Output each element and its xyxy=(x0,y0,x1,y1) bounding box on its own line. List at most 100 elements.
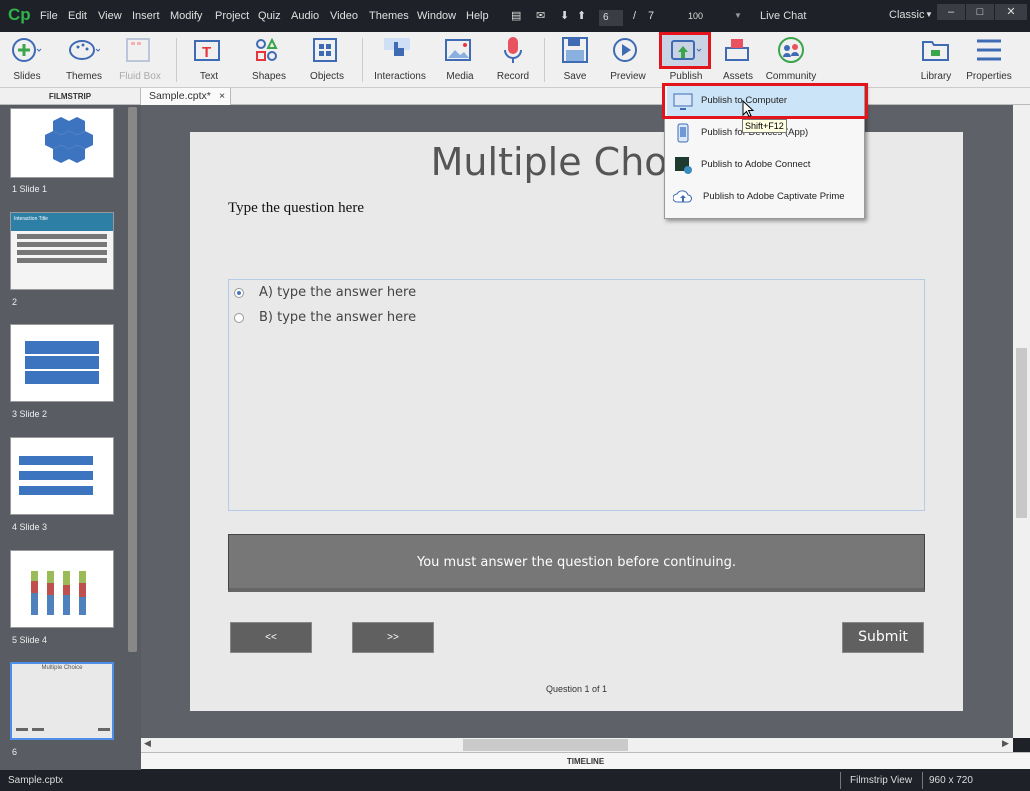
menu-item-publish-to-adobe-connect[interactable]: Publish to Adobe Connect xyxy=(667,150,864,180)
menu-project[interactable]: Project xyxy=(215,10,249,22)
palette-icon xyxy=(69,40,100,60)
library-button[interactable]: Library xyxy=(914,32,958,88)
menu-themes[interactable]: Themes xyxy=(369,10,409,22)
timeline-panel-header[interactable]: TIMELINE xyxy=(141,752,1030,769)
slide-preview-icon[interactable]: ▤ xyxy=(511,9,521,22)
svg-text:T: T xyxy=(202,44,211,61)
minimize-button[interactable]: – xyxy=(937,4,965,20)
tab-sample-cptx[interactable]: Sample.cptx* × xyxy=(141,88,231,105)
microphone-icon xyxy=(504,37,522,63)
interactions-button[interactable]: Interactions xyxy=(370,32,430,88)
save-button[interactable]: Save xyxy=(554,32,596,88)
publish-button[interactable]: Publish xyxy=(659,32,711,88)
record-button[interactable]: Record xyxy=(492,32,534,88)
image-icon xyxy=(445,39,471,61)
filmstrip-slide-4[interactable] xyxy=(10,437,114,515)
question-progress: Question 1 of 1 xyxy=(545,684,608,694)
filmstrip-slide-5[interactable] xyxy=(10,550,114,628)
status-bar: Sample.cptx Filmstrip View 960 x 720 xyxy=(0,770,1030,791)
filmstrip-label-1: 1 Slide 1 xyxy=(12,184,48,194)
menu-file[interactable]: File xyxy=(40,10,58,22)
answer-b-radio[interactable] xyxy=(234,313,244,323)
mail-icon[interactable]: ✉ xyxy=(536,9,545,22)
captivate-logo: Cp xyxy=(8,5,31,24)
preview-button[interactable]: Preview xyxy=(604,32,652,88)
filmstrip-label-2: 2 xyxy=(12,297,18,307)
objects-button[interactable]: Objects xyxy=(302,32,352,88)
text-button[interactable]: T Text xyxy=(186,32,232,88)
filmstrip-scrollbar[interactable] xyxy=(128,107,137,652)
play-icon xyxy=(613,38,637,62)
answer-b-label[interactable]: B) type the answer here xyxy=(259,310,416,325)
phone-icon xyxy=(677,123,689,143)
question-text[interactable]: Type the question here xyxy=(228,200,364,217)
scroll-left-icon[interactable]: ◀ xyxy=(144,738,151,749)
zoom-select[interactable]: 100 xyxy=(688,11,703,21)
prev-button[interactable]: << xyxy=(230,622,312,653)
media-button[interactable]: Media xyxy=(436,32,484,88)
current-slide-input[interactable]: 6 xyxy=(599,10,623,26)
close-button[interactable]: ✕ xyxy=(995,4,1027,20)
vertical-scrollbar[interactable] xyxy=(1013,105,1030,738)
menu-video[interactable]: Video xyxy=(330,10,358,22)
title-bar: Cp File Edit View Insert Modify Project … xyxy=(0,0,1030,32)
fluid-box-icon xyxy=(126,38,150,62)
next-button[interactable]: >> xyxy=(352,622,434,653)
filmstrip-slide-1[interactable] xyxy=(10,108,114,178)
properties-button[interactable]: Properties xyxy=(962,32,1016,88)
filmstrip-slide-2[interactable]: Interaction Title xyxy=(10,212,114,290)
status-filename: Sample.cptx xyxy=(8,775,64,786)
fluid-box-button[interactable]: Fluid Box xyxy=(114,32,166,88)
answer-a-label[interactable]: A) type the answer here xyxy=(259,285,416,300)
adobe-connect-icon xyxy=(675,157,692,174)
filmstrip-label-6: 6 xyxy=(12,747,18,757)
menu-modify[interactable]: Modify xyxy=(170,10,202,22)
total-slides: 7 xyxy=(648,10,655,22)
answer-area: A) type the answer here B) type the answ… xyxy=(228,279,925,511)
live-chat-link[interactable]: Live Chat xyxy=(760,10,806,22)
slides-button[interactable]: Slides xyxy=(2,32,52,88)
folder-icon xyxy=(922,41,949,61)
arrow-up-icon[interactable]: ⬆ xyxy=(577,9,586,22)
assets-box-icon xyxy=(725,39,749,61)
menu-help[interactable]: Help xyxy=(466,10,489,22)
menu-audio[interactable]: Audio xyxy=(291,10,319,22)
toolbar: Slides Themes Fluid Box T Text Shapes Ob… xyxy=(0,32,1030,88)
menu-insert[interactable]: Insert xyxy=(132,10,160,22)
scroll-right-icon[interactable]: ▶ xyxy=(1002,738,1009,749)
assets-button[interactable]: Assets xyxy=(716,32,760,88)
scroll-thumb[interactable] xyxy=(463,739,628,751)
menu-quiz[interactable]: Quiz xyxy=(258,10,281,22)
feedback-message: You must answer the question before cont… xyxy=(228,534,925,592)
arrow-down-icon[interactable]: ⬇ xyxy=(560,9,569,22)
filmstrip-slide-3[interactable] xyxy=(10,324,114,402)
horizontal-scrollbar[interactable]: ◀ ▶ xyxy=(141,738,1013,752)
status-divider xyxy=(922,772,923,789)
toolbar-divider xyxy=(362,38,363,82)
zoom-dropdown-icon[interactable]: ▼ xyxy=(734,11,742,20)
close-tab-icon[interactable]: × xyxy=(219,88,225,104)
thumb-title: Multiple Choice xyxy=(41,665,83,671)
hexagon-graphic xyxy=(45,117,93,163)
maximize-button[interactable]: □ xyxy=(966,4,994,20)
toolbar-divider xyxy=(176,38,177,82)
submit-button[interactable]: Submit xyxy=(842,622,924,653)
menu-edit[interactable]: Edit xyxy=(68,10,87,22)
status-view: Filmstrip View xyxy=(850,775,913,786)
filmstrip-slide-6-selected[interactable]: Multiple Choice xyxy=(10,662,114,740)
add-slide-icon xyxy=(12,38,42,62)
workspace-dropdown-icon[interactable]: ▼ xyxy=(925,10,933,19)
workspace-select[interactable]: Classic xyxy=(889,9,924,21)
publish-icon xyxy=(671,40,702,60)
shapes-button[interactable]: Shapes xyxy=(244,32,294,88)
menu-item-publish-to-captivate-prime[interactable]: Publish to Adobe Captivate Prime xyxy=(667,182,864,212)
answer-a-radio[interactable] xyxy=(234,288,244,298)
menu-view[interactable]: View xyxy=(98,10,122,22)
menu-window[interactable]: Window xyxy=(417,10,456,22)
cloud-upload-icon xyxy=(673,190,692,203)
community-button[interactable]: Community xyxy=(764,32,818,88)
shortcut-tooltip: Shift+F12 xyxy=(742,119,787,133)
themes-button[interactable]: Themes xyxy=(58,32,110,88)
thumb-title: Interaction Title xyxy=(11,213,113,231)
publish-to-computer-highlight xyxy=(662,83,868,119)
